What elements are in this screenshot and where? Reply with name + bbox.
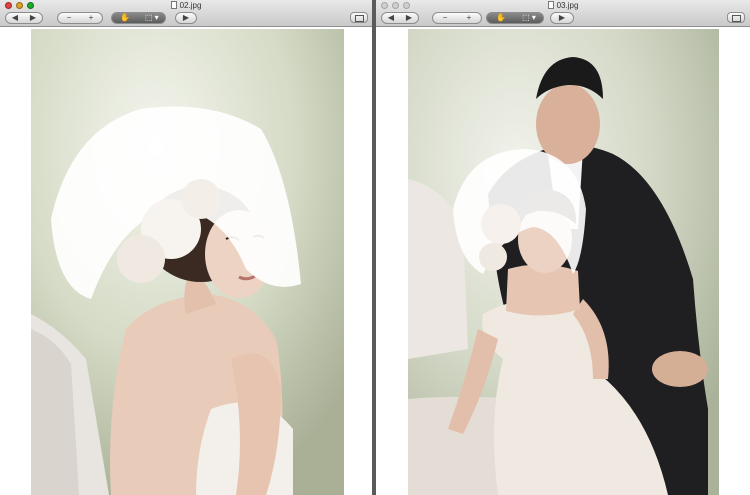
window-title: 02.jpg [0, 1, 372, 10]
preview-window-03: 03.jpg ◀ ▶ − + ✋ ⬚ ▾ ▶ [376, 0, 750, 495]
zoom-out-button[interactable]: − [433, 13, 457, 23]
select-tool-button[interactable]: ⬚ ▾ [139, 13, 166, 23]
zoom-out-button[interactable]: − [58, 13, 80, 23]
image-canvas [0, 27, 372, 495]
zoom-buttons: − + [432, 12, 482, 24]
window-title: 03.jpg [376, 1, 750, 10]
bride-photo [31, 29, 344, 495]
couple-photo [408, 29, 719, 495]
preview-window-02: 02.jpg ◀ ▶ − + ✋ ⬚ ▾ ▶ [0, 0, 372, 495]
select-tool-button[interactable]: ⬚ ▾ [515, 13, 543, 23]
slideshow-button[interactable]: ▶ [175, 12, 197, 24]
next-page-button[interactable]: ▶ [400, 13, 418, 23]
tool-buttons: ✋ ⬚ ▾ [486, 12, 544, 24]
slideshow-button[interactable]: ▶ [550, 12, 574, 24]
image-canvas [376, 27, 750, 495]
toolbar-toggle-icon[interactable] [727, 12, 745, 23]
window-titlebar[interactable]: 02.jpg ◀ ▶ − + ✋ ⬚ ▾ ▶ [0, 0, 372, 27]
zoom-in-button[interactable]: + [80, 13, 102, 23]
couple-photo-illustration [408, 29, 719, 495]
window-titlebar[interactable]: 03.jpg ◀ ▶ − + ✋ ⬚ ▾ ▶ [376, 0, 750, 27]
move-tool-button[interactable]: ✋ [487, 13, 515, 23]
previous-page-button[interactable]: ◀ [6, 13, 24, 23]
toolbar-toggle-icon[interactable] [350, 12, 368, 23]
nav-buttons: ◀ ▶ [5, 12, 43, 24]
previous-page-button[interactable]: ◀ [382, 13, 400, 23]
nav-buttons: ◀ ▶ [381, 12, 419, 24]
next-page-button[interactable]: ▶ [24, 13, 42, 23]
tool-buttons: ✋ ⬚ ▾ [111, 12, 166, 24]
document-icon [170, 1, 177, 9]
bride-photo-illustration [31, 29, 344, 495]
zoom-in-button[interactable]: + [457, 13, 481, 23]
zoom-buttons: − + [57, 12, 103, 24]
document-icon [547, 1, 554, 9]
move-tool-button[interactable]: ✋ [112, 13, 139, 23]
